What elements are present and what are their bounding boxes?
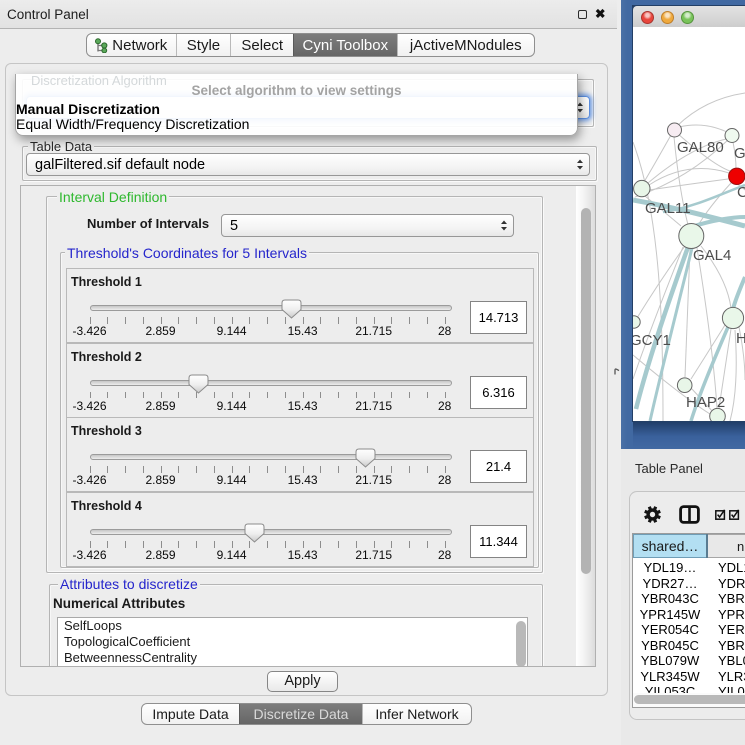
svg-text:GAL11: GAL11 [645,200,691,217]
svg-text:GCY1: GCY1 [633,332,671,349]
svg-text:H: H [736,330,745,347]
svg-text:HAP2: HAP2 [686,394,725,411]
svg-text:GAL4: GAL4 [693,247,731,264]
svg-text:C: C [737,184,745,201]
svg-text:GA: GA [734,145,745,162]
svg-text:GAL80: GAL80 [677,139,724,156]
